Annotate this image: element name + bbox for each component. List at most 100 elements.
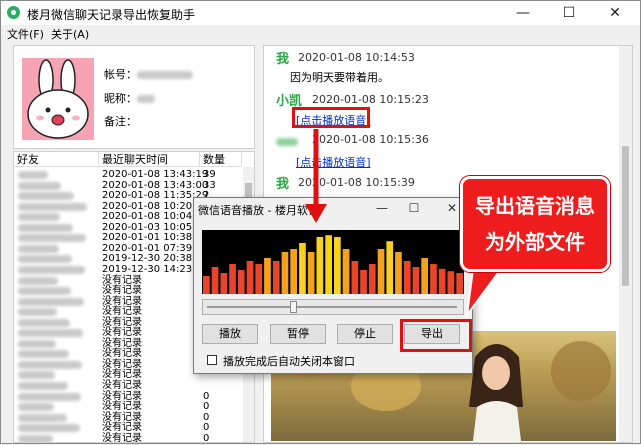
- menu-file[interactable]: 文件(F): [7, 26, 44, 42]
- friend-name-blurred: [18, 308, 57, 317]
- minimize-button[interactable]: —: [500, 1, 546, 25]
- friend-name-blurred: [18, 265, 85, 274]
- message-count: 0: [203, 390, 210, 402]
- spectrum-bar: [290, 249, 297, 294]
- app-logo-icon: [7, 6, 20, 19]
- friend-name-blurred: [18, 360, 82, 369]
- message-count: 33: [203, 179, 216, 191]
- friend-name-blurred: [18, 234, 86, 243]
- column-header-last-chat[interactable]: 最近聊天时间: [99, 152, 200, 167]
- message-count: 0: [203, 401, 210, 413]
- spectrum-bar: [368, 264, 376, 294]
- last-chat-time: 没有记录: [102, 285, 142, 297]
- friend-name-blurred: [18, 350, 69, 359]
- last-chat-time: 没有记录: [102, 380, 142, 391]
- spectrum-bar: [421, 258, 428, 294]
- friend-name-blurred: [18, 244, 59, 253]
- spectrum-bar: [360, 270, 367, 294]
- auto-close-checkbox[interactable]: [207, 355, 217, 365]
- spectrum-bar: [229, 264, 236, 294]
- play-voice-link[interactable]: [点击播放语音]: [296, 154, 371, 170]
- maximize-button[interactable]: ☐: [546, 1, 592, 25]
- message-count: 39: [203, 169, 216, 180]
- spectrum-bar: [447, 271, 455, 294]
- last-chat-time: 没有记录: [102, 348, 142, 360]
- friend-name-blurred: [18, 171, 48, 179]
- menu-about[interactable]: 关于(A): [51, 26, 89, 42]
- last-chat-time: 没有记录: [102, 390, 142, 402]
- message-time: 2020-01-08 10:15:36: [312, 133, 429, 146]
- main-window: 楼月微信聊天记录导出恢复助手 — ☐ ✕ 文件(F) 关于(A) 帐号： 昵称：…: [0, 0, 641, 444]
- nickname-value-blurred: [137, 95, 155, 103]
- auto-close-label: 播放完成后自动关闭本窗口: [223, 355, 355, 368]
- friend-name-blurred: [18, 297, 84, 306]
- table-row[interactable]: 没有记录 0: [14, 432, 242, 443]
- spectrum-bar: [264, 258, 271, 294]
- friend-name-blurred: [18, 213, 60, 222]
- stop-button[interactable]: 停止: [337, 324, 393, 344]
- message-count: 0: [203, 411, 210, 423]
- friend-name-blurred: [18, 329, 83, 338]
- pause-button[interactable]: 暂停: [270, 324, 326, 344]
- spectrum-bar: [255, 264, 263, 294]
- spectrum-bar: [237, 270, 245, 294]
- last-chat-time: 没有记录: [102, 369, 142, 381]
- spectrum-bar: [334, 237, 341, 294]
- friend-name-blurred: [18, 403, 54, 412]
- play-button[interactable]: 播放: [202, 324, 258, 344]
- highlight-box-voice-link: [292, 107, 370, 128]
- last-chat-time: 2020-01-08 13:43:00: [102, 179, 209, 191]
- last-chat-time: 没有记录: [102, 306, 142, 318]
- note-label: 备注：: [104, 115, 137, 128]
- message-count: 0: [203, 422, 210, 434]
- title-bar: 楼月微信聊天记录导出恢复助手 — ☐ ✕: [1, 1, 640, 25]
- chat-scrollbar[interactable]: [619, 46, 632, 442]
- friend-name-blurred: [18, 392, 81, 401]
- spectrum-bar: [203, 276, 210, 294]
- window-title: 楼月微信聊天记录导出恢复助手: [27, 8, 196, 22]
- spectrum-bar: [377, 249, 385, 294]
- friend-name-blurred: [18, 371, 55, 380]
- friend-name-blurred: [18, 413, 67, 422]
- profile-panel: 帐号： 昵称： 备注：: [13, 45, 255, 149]
- spectrum-bar: [325, 235, 332, 294]
- last-chat-time: 没有记录: [102, 422, 142, 434]
- spectrum-bar: [351, 261, 359, 294]
- rabbit-avatar-icon: [22, 58, 94, 140]
- spectrum-bar: [281, 252, 289, 294]
- column-header-count[interactable]: 数量: [200, 152, 242, 167]
- last-chat-time: 没有记录: [102, 432, 142, 443]
- last-chat-time: 2020-01-08 13:43:19: [102, 169, 209, 180]
- column-header-friend[interactable]: 好友: [14, 152, 99, 167]
- friend-name-blurred: [18, 287, 71, 296]
- friend-name-blurred: [18, 318, 70, 327]
- spectrum-bar: [438, 268, 446, 294]
- account-value-blurred: [137, 71, 193, 79]
- friend-name-blurred: [18, 434, 53, 442]
- spectrum-bar: [456, 273, 463, 294]
- spectrum-visualizer: [202, 230, 464, 294]
- spectrum-bar: [316, 237, 324, 294]
- spectrum-bar: [272, 261, 280, 294]
- avatar: [22, 58, 94, 140]
- spectrum-bar: [220, 273, 228, 294]
- spectrum-bar: [386, 241, 394, 294]
- spectrum-bar: [307, 252, 315, 294]
- dialog-maximize-button[interactable]: ☐: [402, 198, 426, 218]
- friend-name-blurred: [18, 202, 87, 211]
- friend-name-blurred: [18, 382, 68, 390]
- nickname-label: 昵称：: [104, 90, 155, 106]
- spectrum-bar: [395, 252, 402, 294]
- friend-name-blurred: [18, 255, 72, 264]
- message-text: 因为明天要带着用。: [290, 71, 389, 84]
- playback-progress-slider[interactable]: [202, 299, 464, 315]
- friend-name-blurred: [18, 192, 74, 201]
- slider-knob[interactable]: [289, 301, 297, 313]
- spectrum-bar: [342, 249, 350, 294]
- spectrum-bar: [430, 264, 437, 294]
- scrollbar-thumb[interactable]: [622, 146, 629, 286]
- last-chat-time: 没有记录: [102, 274, 142, 286]
- close-button[interactable]: ✕: [592, 1, 638, 25]
- dialog-minimize-button[interactable]: —: [370, 198, 394, 218]
- callout-annotation: 导出语音消息 为外部文件: [460, 176, 610, 272]
